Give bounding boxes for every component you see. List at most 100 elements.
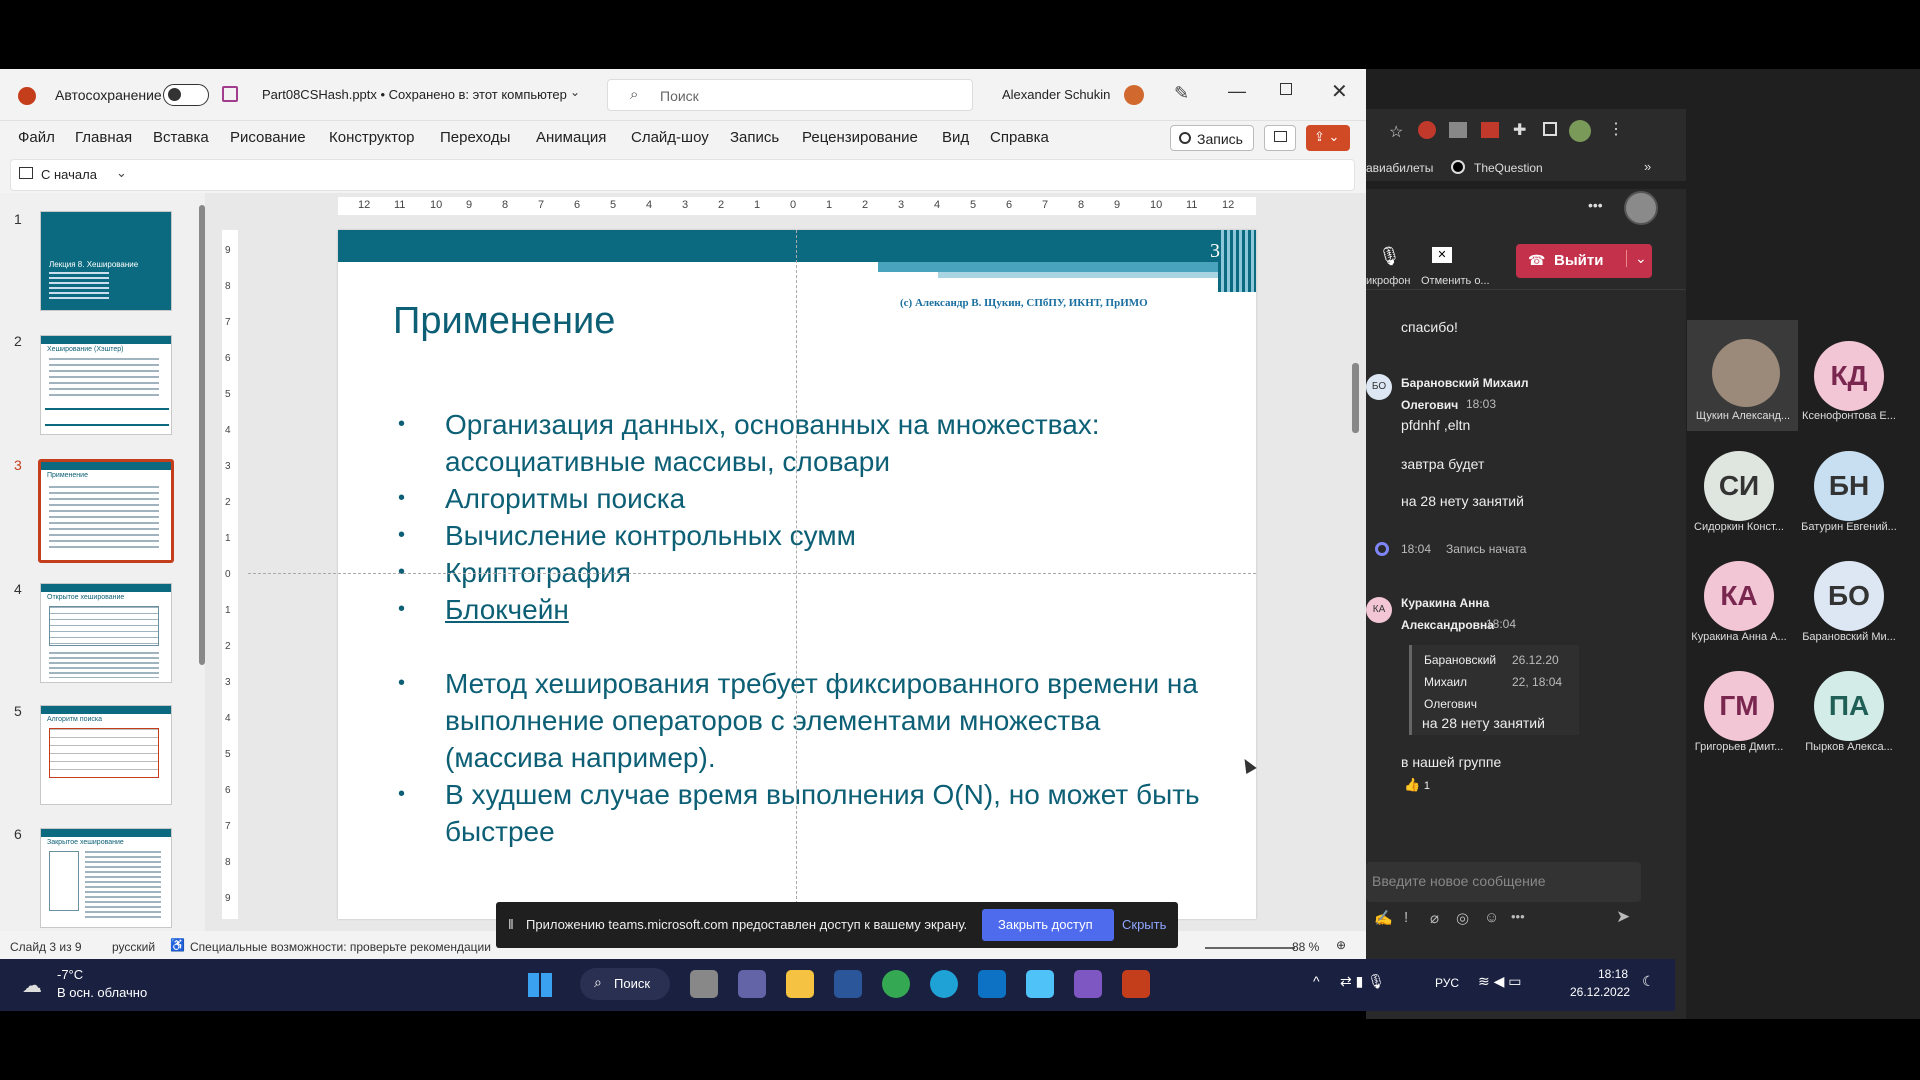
- chrome-icon[interactable]: [882, 970, 910, 998]
- search-box[interactable]: ⌕ Поиск: [607, 79, 973, 111]
- tray-chevron-icon[interactable]: ^: [1313, 973, 1320, 989]
- browser-menu-icon[interactable]: ⋮: [1608, 119, 1624, 139]
- slide-scrollbar[interactable]: [1352, 363, 1359, 433]
- clock-date[interactable]: 26.12.2022: [1570, 985, 1630, 999]
- self-avatar[interactable]: [1624, 191, 1658, 225]
- comments-button[interactable]: [1264, 125, 1296, 151]
- zoom-level[interactable]: 88 %: [1292, 940, 1319, 954]
- leave-button[interactable]: ☎ Выйти ⌄: [1516, 244, 1652, 278]
- menu-transitions[interactable]: Переходы: [440, 129, 510, 146]
- share-button[interactable]: ⇪ ⌄: [1306, 125, 1350, 151]
- bookmark-flights[interactable]: авиабилеты: [1366, 161, 1433, 175]
- from-start-button[interactable]: С начала: [41, 167, 97, 182]
- zoom-slider[interactable]: [1205, 947, 1295, 949]
- cancel-share-icon[interactable]: ✕: [1432, 247, 1452, 263]
- puzzle-icon[interactable]: ✚: [1513, 120, 1526, 140]
- menu-animations[interactable]: Анимация: [536, 129, 606, 146]
- slide-canvas[interactable]: 3 (c) Александр В. Щукин, СПбПУ, ИКНТ, П…: [248, 230, 1256, 919]
- menu-view[interactable]: Вид: [942, 129, 969, 146]
- start-icon[interactable]: [528, 973, 552, 997]
- edge-icon[interactable]: [930, 970, 958, 998]
- chevron-down-icon[interactable]: ⌄: [570, 85, 580, 99]
- participant-avatar[interactable]: БО: [1814, 561, 1884, 631]
- file-explorer-icon[interactable]: [786, 970, 814, 998]
- participant-avatar[interactable]: ГМ: [1704, 671, 1774, 741]
- participant-avatar[interactable]: БН: [1814, 451, 1884, 521]
- blockchain-link[interactable]: Блокчейн: [445, 591, 1225, 628]
- stop-sharing-button[interactable]: Закрыть доступ: [982, 909, 1114, 941]
- customize-icon[interactable]: ⌄: [116, 165, 127, 181]
- powerpoint-icon[interactable]: [1122, 970, 1150, 998]
- profile-icon[interactable]: [1569, 120, 1591, 142]
- maximize-icon[interactable]: [1280, 83, 1292, 95]
- participant-avatar[interactable]: СИ: [1704, 451, 1774, 521]
- tray-icons[interactable]: ⇄ ▮ 🎙: [1340, 973, 1385, 990]
- slide-thumb-5[interactable]: Алгоритм поиска: [40, 705, 172, 805]
- user-avatar[interactable]: [1124, 85, 1144, 105]
- slide-thumb-3-selected[interactable]: Применение: [38, 459, 174, 563]
- adblock-icon[interactable]: [1418, 121, 1436, 139]
- menu-help[interactable]: Справка: [990, 129, 1049, 146]
- menu-design[interactable]: Конструктор: [329, 129, 415, 146]
- visual-studio-icon[interactable]: [1074, 970, 1102, 998]
- more-actions-icon[interactable]: •••: [1511, 909, 1525, 924]
- task-view-icon[interactable]: [690, 970, 718, 998]
- network-volume-battery-icons[interactable]: ≋ ◀ ▭: [1478, 973, 1522, 990]
- word-icon[interactable]: [834, 970, 862, 998]
- teams-chat-icon[interactable]: [738, 970, 766, 998]
- slide-thumb-2[interactable]: Хеширование (Хэштер): [40, 335, 172, 435]
- mail-icon[interactable]: [978, 970, 1006, 998]
- microphone-icon[interactable]: 🎙: [1378, 246, 1401, 267]
- participant-avatar[interactable]: КД: [1814, 341, 1884, 411]
- menu-file[interactable]: Файл: [18, 129, 55, 146]
- fit-slide-icon[interactable]: ⊕: [1336, 938, 1346, 952]
- send-icon[interactable]: ➤: [1616, 907, 1630, 927]
- file-title[interactable]: Part08CSHash.pptx • Сохранено в: этот ко…: [262, 87, 567, 102]
- participant-name: Куракина Анна А...: [1691, 631, 1787, 643]
- minimize-icon[interactable]: —: [1228, 81, 1246, 102]
- bookmarks-more-icon[interactable]: »: [1644, 159, 1651, 174]
- from-start-icon[interactable]: [19, 167, 33, 179]
- bookmark-thequestion[interactable]: TheQuestion: [1474, 161, 1543, 175]
- menu-record[interactable]: Запись: [730, 129, 779, 146]
- message-input[interactable]: Введите новое сообщение: [1366, 862, 1641, 902]
- slide-thumb-1[interactable]: Лекция 8. Хеширование: [40, 211, 172, 311]
- mic-small-icon[interactable]: !: [1404, 909, 1408, 926]
- thumbnails-scrollbar[interactable]: [199, 205, 205, 665]
- menu-slideshow[interactable]: Слайд-шоу: [631, 129, 709, 146]
- hide-button[interactable]: Скрыть: [1122, 917, 1166, 932]
- accessibility-status[interactable]: Специальные возможности: проверьте реком…: [190, 940, 491, 954]
- emoji-icon[interactable]: ☺: [1484, 909, 1499, 926]
- extension-icon[interactable]: [1449, 122, 1467, 138]
- loop-icon[interactable]: ◎: [1456, 909, 1469, 927]
- input-language[interactable]: РУС: [1435, 976, 1459, 990]
- pen-icon[interactable]: ✎: [1174, 83, 1189, 104]
- participant-avatar[interactable]: ПА: [1814, 671, 1884, 741]
- participant-avatar[interactable]: КА: [1704, 561, 1774, 631]
- format-icon[interactable]: ✍: [1374, 909, 1393, 927]
- clock-time[interactable]: 18:18: [1598, 967, 1628, 981]
- record-button[interactable]: Запись: [1170, 125, 1254, 151]
- menu-insert[interactable]: Вставка: [153, 129, 209, 146]
- more-options-icon[interactable]: •••: [1588, 197, 1603, 213]
- sidebar-icon[interactable]: [1543, 122, 1557, 136]
- reaction[interactable]: 👍 1: [1404, 777, 1430, 793]
- taskbar-search[interactable]: ⌕ Поиск: [580, 968, 670, 1000]
- language-status[interactable]: русский: [112, 940, 155, 954]
- close-icon[interactable]: ✕: [1331, 79, 1348, 104]
- notepad-icon[interactable]: [1026, 970, 1054, 998]
- star-icon[interactable]: ☆: [1389, 122, 1403, 142]
- leave-options-icon[interactable]: ⌄: [1626, 250, 1647, 267]
- weather-icon[interactable]: ☁: [22, 973, 42, 998]
- menu-draw[interactable]: Рисование: [230, 129, 306, 146]
- slide-thumb-6[interactable]: Закрытое хеширование: [40, 828, 172, 928]
- slide-thumb-4[interactable]: Открытое хеширование: [40, 583, 172, 683]
- autosave-toggle[interactable]: [163, 84, 209, 106]
- notifications-icon[interactable]: ☾: [1642, 973, 1655, 990]
- menu-home[interactable]: Главная: [75, 129, 132, 146]
- save-icon[interactable]: [222, 86, 238, 102]
- user-name[interactable]: Alexander Schukin: [1002, 87, 1110, 102]
- menu-review[interactable]: Рецензирование: [802, 129, 918, 146]
- attach-icon[interactable]: ⌀: [1430, 909, 1439, 927]
- extension-badge-icon[interactable]: [1481, 122, 1499, 138]
